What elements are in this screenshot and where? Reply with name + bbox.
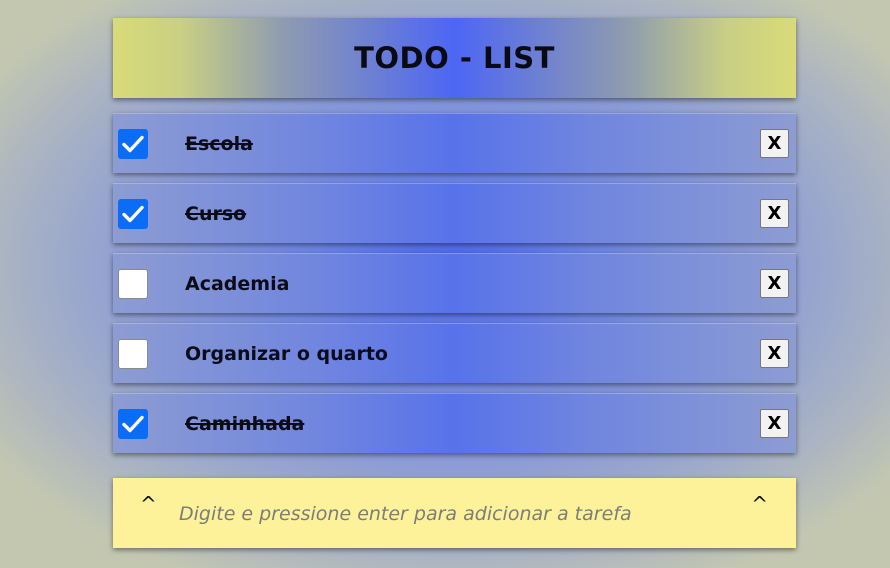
delete-task-button[interactable]: X xyxy=(760,339,789,368)
task-label: Curso xyxy=(185,203,247,225)
task-item: Escola X xyxy=(113,113,796,173)
caret-up-icon: ^ xyxy=(140,492,157,516)
task-item: Curso X xyxy=(113,183,796,243)
delete-task-button[interactable]: X xyxy=(760,129,789,158)
delete-task-button[interactable]: X xyxy=(760,199,789,228)
task-label: Organizar o quarto xyxy=(185,343,388,365)
delete-task-button[interactable]: X xyxy=(760,269,789,298)
delete-task-button[interactable]: X xyxy=(760,409,789,438)
page-title: TODO - LIST xyxy=(354,41,555,75)
task-label: Escola xyxy=(185,133,253,155)
caret-up-icon: ^ xyxy=(751,492,768,516)
task-checkbox[interactable] xyxy=(118,339,148,369)
task-label: Caminhada xyxy=(185,413,305,435)
app-header: TODO - LIST xyxy=(113,18,796,98)
task-checkbox[interactable] xyxy=(118,409,148,439)
task-item: Academia X xyxy=(113,253,796,313)
new-task-bar: ^ ^ xyxy=(113,478,796,548)
task-item: Organizar o quarto X xyxy=(113,323,796,383)
task-checkbox[interactable] xyxy=(118,199,148,229)
task-checkbox[interactable] xyxy=(118,269,148,299)
task-label: Academia xyxy=(185,273,290,295)
task-item: Caminhada X xyxy=(113,393,796,453)
new-task-input[interactable] xyxy=(179,498,739,530)
task-checkbox[interactable] xyxy=(118,129,148,159)
